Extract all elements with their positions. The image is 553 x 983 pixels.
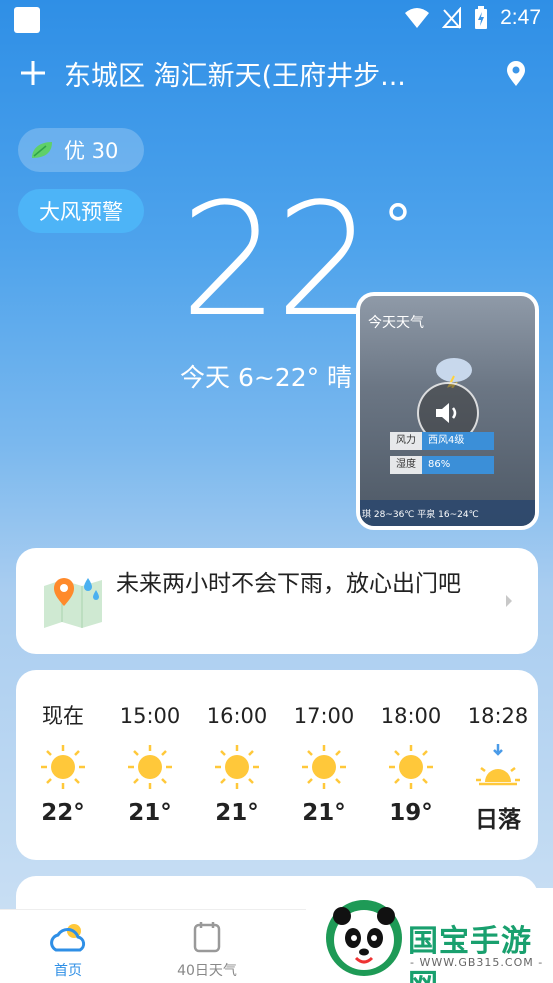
notification-icon <box>14 7 40 33</box>
header: 东城区 淘汇新天(王府井步... <box>18 50 535 96</box>
sun-icon <box>215 745 259 789</box>
hour-time: 17:00 <box>293 704 355 728</box>
no-signal-icon <box>442 7 462 29</box>
video-row-value: 86% <box>422 456 494 474</box>
nav-label: 40日天气 <box>177 963 237 979</box>
warning-badge[interactable]: 大风预警 <box>18 189 144 233</box>
hour-time: 18:28 <box>467 704 529 728</box>
sunset-icon <box>476 744 520 786</box>
battery-charging-icon <box>475 6 488 29</box>
video-footer: 琪 28~36℃ 平泉 16~24℃ <box>360 500 535 526</box>
hour-temp: 21° <box>302 800 346 826</box>
hour-temp: 日落 <box>475 807 521 833</box>
rain-forecast-text: 未来两小时不会下雨，放心出门吧 <box>116 571 461 597</box>
hour-time: 现在 <box>42 704 84 728</box>
sun-icon <box>128 745 172 789</box>
watermark-url: - WWW.GB315.COM - <box>410 956 544 969</box>
hour-temp: 21° <box>128 800 172 826</box>
hourly-forecast-card: 现在 22° 15:00 21° 16:00 21° 17:00 21° 18:… <box>16 670 538 860</box>
hour-column: 16:00 21° <box>197 700 277 826</box>
video-humidity-row: 湿度 86% <box>390 456 494 474</box>
hour-temp: 21° <box>215 800 259 826</box>
calendar-icon <box>193 922 221 953</box>
video-row-label: 湿度 <box>390 456 422 474</box>
hour-time: 18:00 <box>380 704 442 728</box>
hour-column: 17:00 21° <box>284 700 364 826</box>
nav-40-day[interactable]: 40日天气 <box>157 920 257 980</box>
sun-icon <box>389 745 433 789</box>
panda-logo-icon <box>326 900 402 976</box>
nav-home[interactable]: 首页 <box>18 920 118 980</box>
hour-column: 18:28 日落 <box>458 700 538 834</box>
hour-time: 15:00 <box>119 704 181 728</box>
video-row-label: 风力 <box>390 432 422 450</box>
watermark: 国宝手游网 - WWW.GB315.COM - <box>306 888 553 983</box>
location-title[interactable]: 东城区 淘汇新天(王府井步... <box>64 54 464 93</box>
today-range: 今天 6~22° 晴 <box>180 363 353 392</box>
speaker-icon <box>436 403 457 423</box>
aqi-text: 优 30 <box>64 139 119 163</box>
video-title: 今天天气 <box>368 315 424 331</box>
hour-temp: 19° <box>389 800 433 826</box>
wifi-icon <box>405 8 430 28</box>
chevron-right-icon <box>506 595 512 607</box>
home-weather-icon <box>50 924 86 952</box>
hour-time: 16:00 <box>206 704 268 728</box>
status-bar: 2:47 <box>0 0 553 40</box>
sun-icon <box>302 745 346 789</box>
add-city-icon[interactable] <box>18 58 48 88</box>
hour-column: 现在 22° <box>23 700 103 826</box>
sun-icon <box>41 745 85 789</box>
aqi-badge[interactable]: 优 30 <box>18 128 144 172</box>
current-temperature: 22 <box>180 169 375 351</box>
degree-symbol: ° <box>384 194 412 259</box>
status-icons: 2:47 <box>404 6 541 30</box>
watermark-brand: 国宝手游网 <box>408 924 532 983</box>
leaf-icon <box>32 142 52 158</box>
hour-temp: 22° <box>41 800 85 826</box>
location-pin-icon[interactable] <box>505 61 527 87</box>
video-wind-row: 风力 西风4级 <box>390 432 494 450</box>
status-time: 2:47 <box>500 6 541 29</box>
video-row-value: 西风4级 <box>422 432 494 450</box>
hour-column: 18:00 19° <box>371 700 451 826</box>
hour-column: 15:00 21° <box>110 700 190 826</box>
map-icon <box>44 578 102 628</box>
weather-video-popup[interactable]: 今天天气 风力 西风4级 湿度 86% 琪 28~36℃ 平泉 16~24℃ <box>356 292 539 530</box>
rain-forecast-card[interactable]: 未来两小时不会下雨，放心出门吧 <box>16 548 538 654</box>
nav-label: 首页 <box>54 963 82 979</box>
